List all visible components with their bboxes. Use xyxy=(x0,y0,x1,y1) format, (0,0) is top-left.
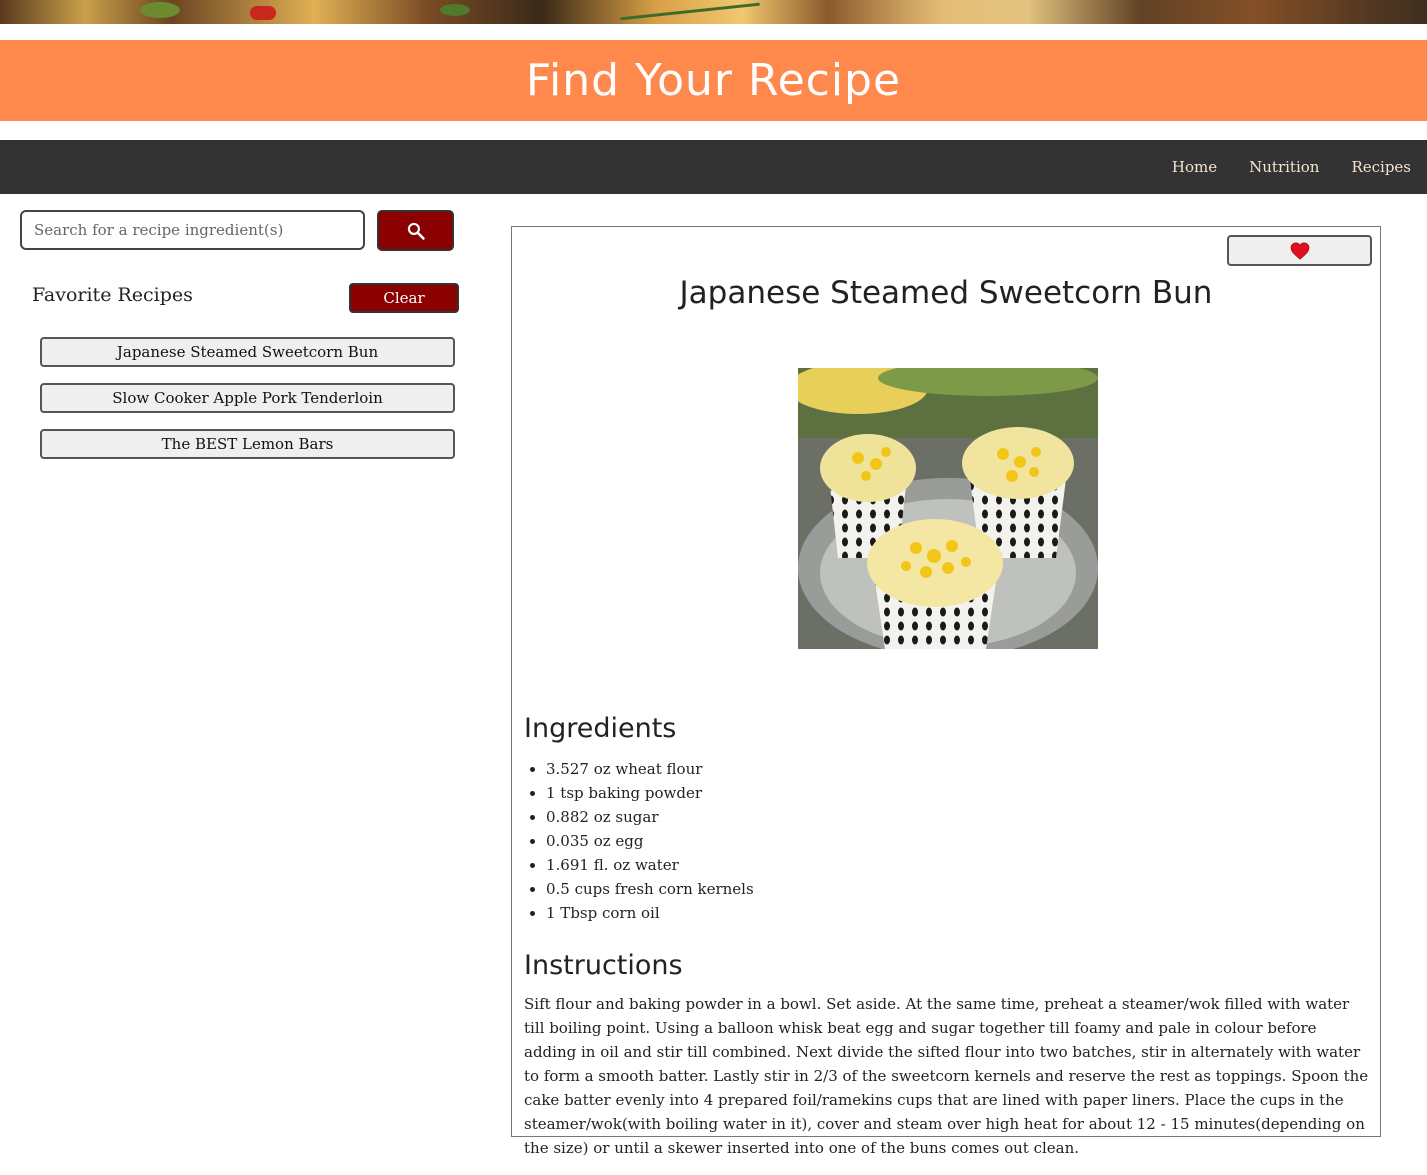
recipe-card: Japanese Steamed Sweetcorn Bun Ingredien… xyxy=(511,226,1381,1157)
ingredient-item: 0.882 oz sugar xyxy=(546,805,754,829)
banner-chili xyxy=(250,6,276,20)
recipe-photo xyxy=(798,368,1098,649)
favorite-recipe-item[interactable]: Slow Cooker Apple Pork Tenderloin xyxy=(40,383,455,413)
recipe-title: Japanese Steamed Sweetcorn Bun xyxy=(679,275,1213,311)
ingredients-list: 3.527 oz wheat flour 1 tsp baking powder… xyxy=(524,757,754,925)
favorite-recipe-item[interactable]: Japanese Steamed Sweetcorn Bun xyxy=(40,337,455,367)
banner-leaf xyxy=(140,2,180,18)
page-title: Find Your Recipe xyxy=(525,55,902,106)
nav-links: Home Nutrition Recipes xyxy=(1156,140,1427,194)
page-header: Find Your Recipe xyxy=(0,40,1427,121)
food-banner-image xyxy=(0,0,1427,24)
clear-favorites-button[interactable]: Clear xyxy=(349,283,459,313)
ingredient-item: 0.5 cups fresh corn kernels xyxy=(546,877,754,901)
search-icon xyxy=(407,222,425,240)
ingredient-item: 3.527 oz wheat flour xyxy=(546,757,754,781)
top-navbar: Home Nutrition Recipes xyxy=(0,140,1427,194)
favorite-recipe-item[interactable]: The BEST Lemon Bars xyxy=(40,429,455,459)
ingredient-item: 1 tsp baking powder xyxy=(546,781,754,805)
banner-herb xyxy=(620,2,760,21)
search-button[interactable] xyxy=(377,210,454,251)
nav-link-recipes[interactable]: Recipes xyxy=(1335,158,1427,176)
ingredient-item: 0.035 oz egg xyxy=(546,829,754,853)
ingredients-heading: Ingredients xyxy=(524,713,677,744)
favorites-list: Japanese Steamed Sweetcorn Bun Slow Cook… xyxy=(40,337,455,475)
instructions-text: Sift flour and baking powder in a bowl. … xyxy=(524,995,1369,1157)
favorite-toggle-button[interactable] xyxy=(1227,235,1372,266)
ingredient-item: 1 Tbsp corn oil xyxy=(546,901,754,925)
banner-shade xyxy=(907,0,1427,24)
favorites-title: Favorite Recipes xyxy=(32,284,193,306)
banner-leaf xyxy=(440,4,470,16)
ingredient-item: 1.691 fl. oz water xyxy=(546,853,754,877)
search-input[interactable] xyxy=(20,210,365,250)
heart-icon xyxy=(1290,241,1309,260)
instructions-heading: Instructions xyxy=(524,950,683,981)
nav-link-home[interactable]: Home xyxy=(1156,158,1233,176)
nav-link-nutrition[interactable]: Nutrition xyxy=(1233,158,1335,176)
